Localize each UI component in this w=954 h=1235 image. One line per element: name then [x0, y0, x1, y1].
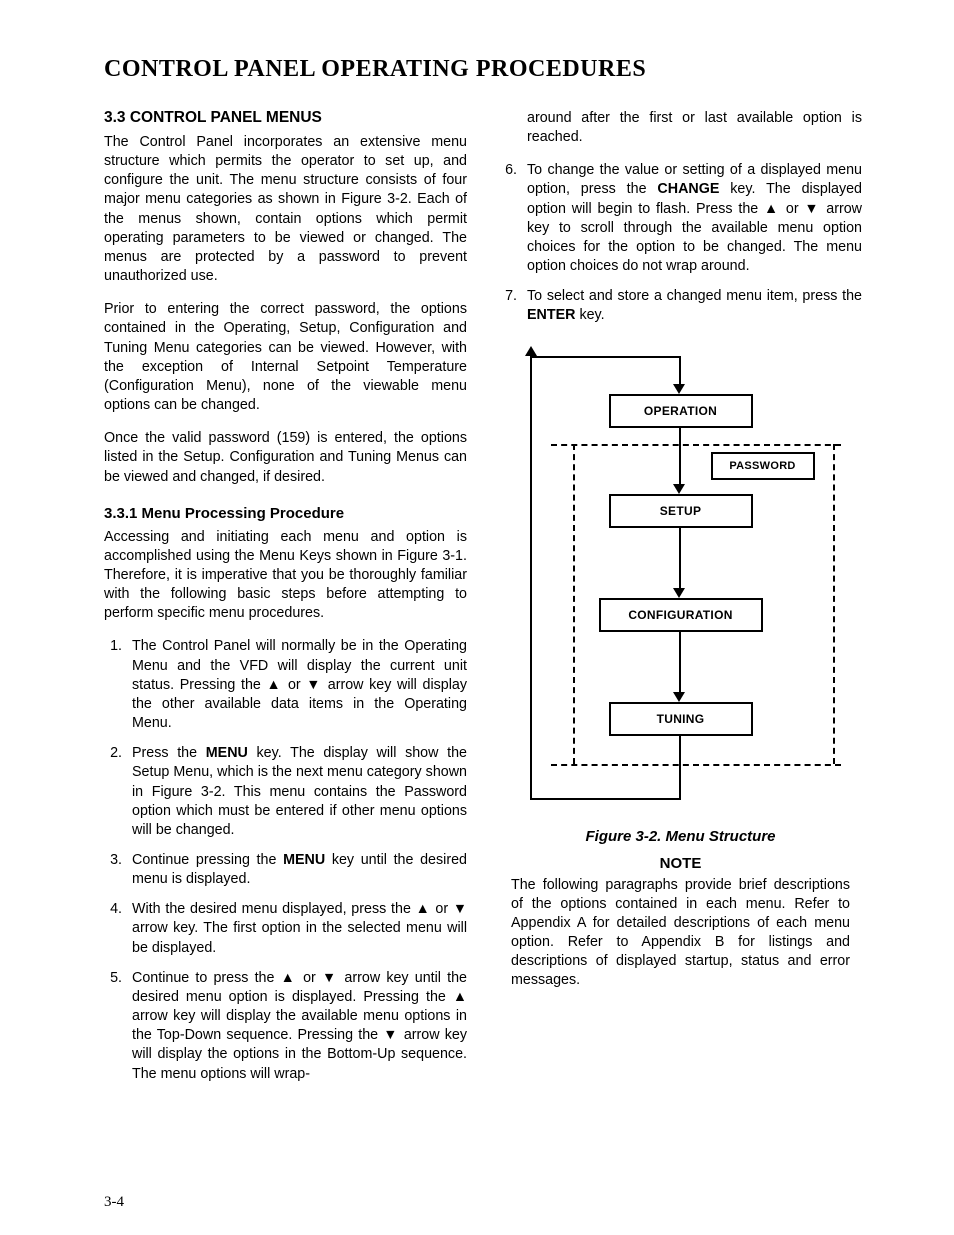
note-heading: NOTE — [499, 855, 862, 872]
arrow-down-icon — [673, 692, 685, 702]
list-item: Press the MENU key. The display will sho… — [126, 744, 467, 840]
section-heading-3-3: 3.3 CONTROL PANEL MENUS — [104, 109, 467, 127]
procedure-list-continued: To change the value or setting of a disp… — [499, 161, 862, 325]
arrow-down-icon — [673, 484, 685, 494]
document-page: CONTROL PANEL OPERATING PROCEDURES 3.3 C… — [0, 0, 954, 1235]
diagram-box-password: PASSWORD — [711, 452, 815, 480]
diagram-line — [679, 526, 681, 588]
list-item: To select and store a changed menu item,… — [521, 287, 862, 325]
key-enter: ENTER — [527, 307, 575, 323]
arrow-up-icon — [525, 346, 537, 356]
list-item: Continue pressing the MENU key until the… — [126, 851, 467, 889]
diagram-line — [679, 734, 681, 800]
paragraph-continuation: around after the first or last available… — [527, 109, 862, 147]
diagram-line — [679, 630, 681, 692]
diagram-dashed-line — [551, 444, 841, 446]
list-item: The Control Panel will normally be in th… — [126, 637, 467, 733]
diagram-box-setup: SETUP — [609, 494, 753, 528]
paragraph: The Control Panel incorporates an extens… — [104, 133, 467, 286]
diagram-dashed-line — [573, 444, 575, 764]
page-number: 3-4 — [104, 1194, 124, 1211]
paragraph: Accessing and initiating each menu and o… — [104, 528, 467, 624]
diagram-line — [679, 356, 681, 384]
key-menu: MENU — [206, 745, 248, 761]
diagram-dashed-line — [551, 764, 841, 766]
text: key. — [575, 307, 604, 323]
arrow-down-icon — [673, 588, 685, 598]
list-item: Continue to press the ▲ or ▼ arrow key u… — [126, 969, 467, 1084]
diagram-box-configuration: CONFIGURATION — [599, 598, 763, 632]
list-item: To change the value or setting of a disp… — [521, 161, 862, 276]
text: Continue pressing the — [132, 852, 283, 868]
diagram-dashed-line — [833, 444, 835, 764]
figure-caption: Figure 3-2. Menu Structure — [499, 828, 862, 845]
list-item: With the desired menu displayed, press t… — [126, 900, 467, 957]
paragraph: Once the valid password (159) is entered… — [104, 429, 467, 486]
text: Press the — [132, 745, 206, 761]
key-menu: MENU — [283, 852, 325, 868]
diagram-box-tuning: TUNING — [609, 702, 753, 736]
left-column: 3.3 CONTROL PANEL MENUS The Control Pane… — [104, 109, 467, 1095]
diagram-line — [530, 356, 532, 800]
diagram-line — [530, 798, 681, 800]
diagram-box-operation: OPERATION — [609, 394, 753, 428]
paragraph: Prior to entering the correct password, … — [104, 300, 467, 415]
menu-structure-diagram: OPERATION PASSWORD SETUP CONFIGURATION — [511, 340, 851, 810]
arrow-down-icon — [673, 384, 685, 394]
diagram-line — [530, 356, 681, 358]
two-column-layout: 3.3 CONTROL PANEL MENUS The Control Pane… — [104, 109, 862, 1095]
key-change: CHANGE — [657, 181, 719, 197]
right-column: around after the first or last available… — [499, 109, 862, 1095]
procedure-list: The Control Panel will normally be in th… — [104, 637, 467, 1083]
subsection-heading-3-3-1: 3.3.1 Menu Processing Procedure — [104, 505, 467, 522]
note-body: The following paragraphs provide brief d… — [499, 876, 862, 991]
text: To select and store a changed menu item,… — [527, 288, 862, 304]
page-title: CONTROL PANEL OPERATING PROCEDURES — [104, 56, 862, 83]
diagram-line — [679, 426, 681, 484]
